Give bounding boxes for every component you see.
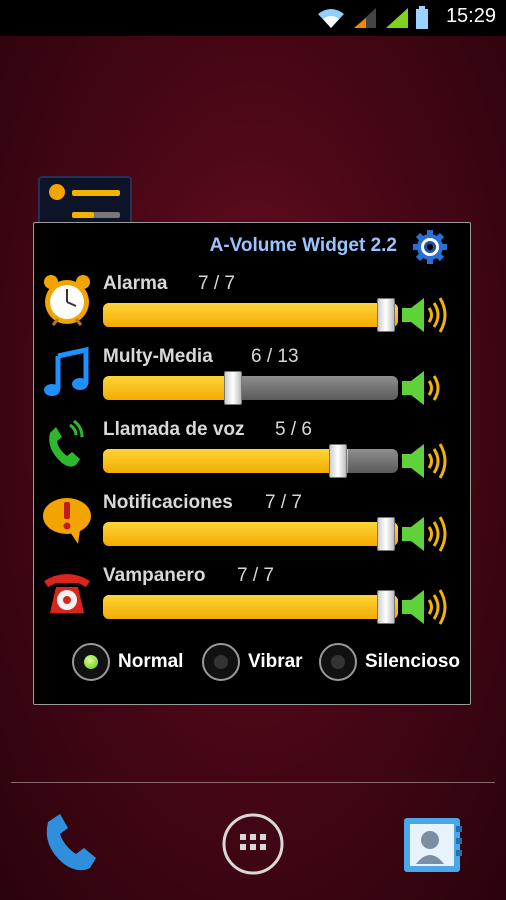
radio-button[interactable] [319,643,357,681]
rotary-phone-icon [44,574,90,613]
signal-weak-icon [354,8,376,28]
contacts-icon[interactable] [400,812,464,876]
slider-thumb[interactable] [377,590,395,624]
radio-dot [84,655,98,669]
slider-thumb[interactable] [328,444,347,478]
volume-widget-panel: A-Volume Widget 2.2 Alarma 7 / 7 Multy-M… [33,222,471,705]
mode-silencioso[interactable]: Silencioso [319,639,460,685]
slider-fill [103,303,398,327]
channel-value: 7 / 7 [198,273,235,294]
alarm-clock-icon [44,275,90,326]
channel-label: Vampanero [103,565,206,586]
channel-label: Notificaciones [103,492,233,513]
radio-button[interactable] [202,643,240,681]
volume-row-llamada: Llamada de voz 5 / 6 [34,419,472,492]
phone-icon[interactable] [38,808,108,878]
status-bar: 15:29 [0,0,506,36]
channel-label: Multy-Media [103,346,213,367]
speaker-icon[interactable] [400,441,452,481]
speaker-icon[interactable] [400,295,452,335]
slider-fill [103,376,239,400]
phone-ringing-icon [49,419,84,467]
battery-icon [416,6,428,29]
slider-thumb[interactable] [377,298,395,332]
widget-title: A-Volume Widget 2.2 [209,235,397,256]
channel-value: 5 / 6 [275,419,312,440]
slider-fill [103,595,398,619]
mini-volume-icon [49,184,120,218]
wifi-icon [318,9,344,28]
music-note-icon [44,346,89,396]
mode-label: Vibrar [248,651,303,672]
volume-row-multimedia: Multy-Media 6 / 13 [34,346,472,419]
mode-normal[interactable]: Normal [72,639,183,685]
volume-slider[interactable] [103,298,398,332]
slider-thumb[interactable] [377,517,395,551]
volume-slider[interactable] [103,590,398,624]
mode-vibrar[interactable]: Vibrar [202,639,303,685]
slider-fill [103,522,398,546]
radio-button[interactable] [72,643,110,681]
notification-bubble-icon [43,498,91,544]
volume-row-vampanero: Vampanero 7 / 7 [34,565,472,638]
channel-label: Llamada de voz [103,419,245,440]
signal-full-icon [386,8,408,28]
radio-dot [214,655,228,669]
mode-label: Silencioso [365,651,461,672]
slider-thumb[interactable] [224,371,243,405]
volume-slider[interactable] [103,517,398,551]
app-drawer-icon[interactable] [222,813,284,875]
speaker-icon[interactable] [400,587,452,627]
volume-slider[interactable] [103,371,398,405]
channel-value: 6 / 13 [251,346,299,367]
gear-icon[interactable] [412,229,448,265]
volume-row-alarma: Alarma 7 / 7 [34,273,472,346]
channel-label: Alarma [103,273,168,294]
status-time: 15:29 [445,5,496,27]
slider-fill [103,449,348,473]
volume-slider[interactable] [103,444,398,478]
speaker-icon[interactable] [400,514,452,554]
volume-row-notificaciones: Notificaciones 7 / 7 [34,492,472,565]
channel-value: 7 / 7 [265,492,302,513]
radio-dot [331,655,345,669]
mode-label: Normal [118,651,184,672]
ringer-mode-group: Normal Vibrar Silencioso [72,639,472,685]
dock-divider [11,782,495,783]
channel-value: 7 / 7 [237,565,274,586]
speaker-icon[interactable] [400,368,452,408]
